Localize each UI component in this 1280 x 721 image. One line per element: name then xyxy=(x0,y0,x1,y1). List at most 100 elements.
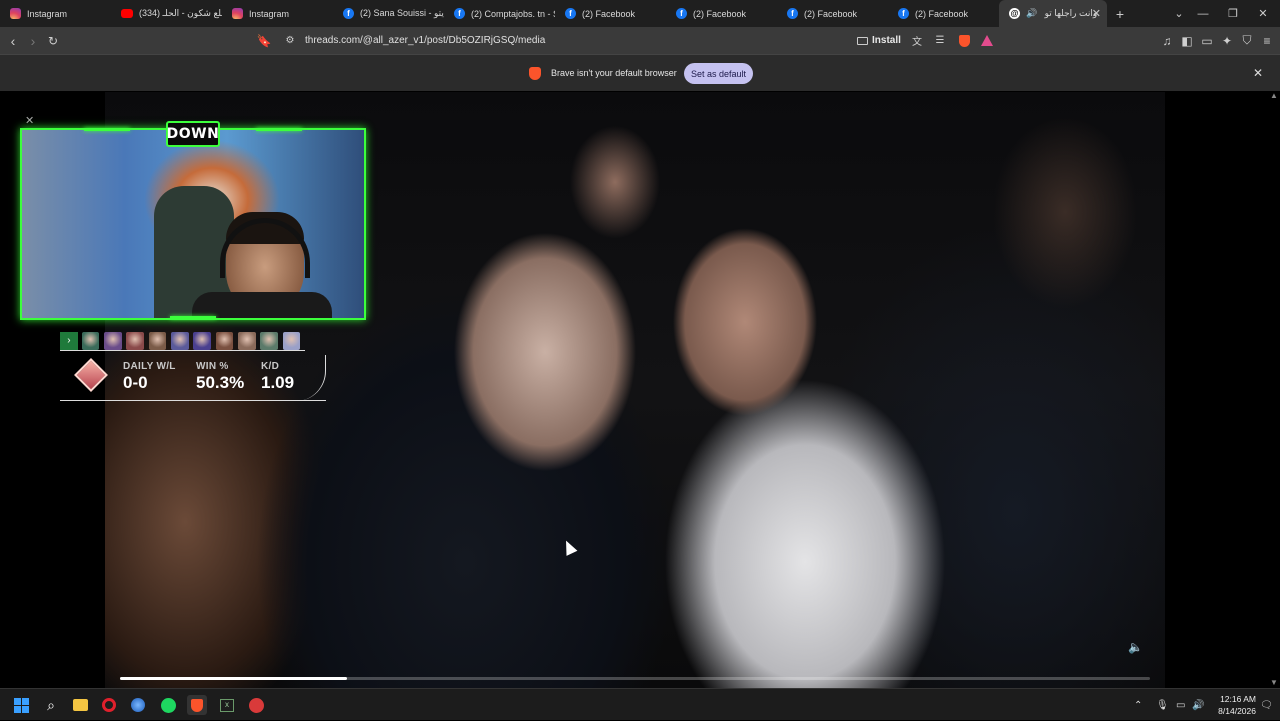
stats-panel: DAILY W/L 0-0 WIN % 50.3% K/D 1.09 xyxy=(60,355,326,401)
wallet-icon[interactable]: ▭ xyxy=(1197,27,1217,54)
streamer-webcam xyxy=(20,128,366,320)
back-icon[interactable]: ‹ xyxy=(3,27,23,54)
tab-facebook-3[interactable]: f (2) Facebook xyxy=(777,0,888,27)
tab-facebook-2[interactable]: f (2) Facebook xyxy=(666,0,777,27)
install-icon xyxy=(857,36,868,45)
facebook-icon: f xyxy=(454,8,465,19)
menu-icon[interactable]: ≡ xyxy=(1257,27,1277,54)
facebook-icon: f xyxy=(898,8,909,19)
agent-strip: › xyxy=(60,331,305,351)
tab-instagram-1[interactable]: Instagram xyxy=(0,0,111,27)
overlay-close-icon[interactable]: ✕ xyxy=(25,114,34,127)
set-as-default-button[interactable]: Set as default xyxy=(684,63,753,84)
tab-label: (2) Sana Souissi - ديتو xyxy=(360,8,444,18)
reload-icon[interactable]: ↻ xyxy=(43,27,63,54)
tray-chevron-icon[interactable]: ⌃ xyxy=(1134,689,1142,721)
tab-facebook-4[interactable]: f (2) Facebook xyxy=(888,0,999,27)
tab-facebook-1[interactable]: f (2) Facebook xyxy=(555,0,666,27)
reader-mode-icon[interactable]: ☰ xyxy=(930,27,950,54)
app-icon[interactable] xyxy=(128,695,148,715)
infobar-text: Brave isn't your default browser xyxy=(551,68,677,78)
stat-label: K/D xyxy=(261,361,280,372)
tab-label: (334) طلع شكون - الحلـ xyxy=(139,8,222,18)
agent-icon xyxy=(126,331,145,350)
tab-label: (2) Facebook xyxy=(804,8,858,19)
app-red-icon[interactable] xyxy=(246,695,266,715)
youtube-icon xyxy=(121,9,133,18)
speaker-icon[interactable]: 🔊 xyxy=(1026,8,1037,19)
agent-icon xyxy=(171,331,189,350)
stat-label: WIN % xyxy=(196,361,229,372)
vpn-icon[interactable]: ⛉ xyxy=(1237,27,1257,54)
tab-strip: Instagram (334) طلع شكون - الحلـ Instagr… xyxy=(0,0,1280,27)
install-button[interactable]: Install xyxy=(857,27,901,54)
tab-label: (2) Facebook xyxy=(915,8,969,19)
stat-value: 50.3% xyxy=(196,373,245,392)
frame-corner xyxy=(256,128,302,131)
window-close-icon[interactable]: ✕ xyxy=(1248,0,1278,27)
volume-icon[interactable]: 🔈 xyxy=(1128,640,1143,654)
frame-corner xyxy=(170,316,216,319)
instagram-icon xyxy=(232,8,243,19)
windows-start-icon[interactable] xyxy=(11,695,31,715)
opera-icon[interactable] xyxy=(99,695,119,715)
translate-icon[interactable]: 文 xyxy=(907,27,927,54)
tab-facebook-comptajobs[interactable]: f (2) Comptajobs. tn - S xyxy=(444,0,555,27)
system-clock[interactable]: 12:16 AM 8/14/2026 xyxy=(1208,693,1256,717)
address-bar[interactable]: threads.com/@all_azer_v1/post/Db5OZIRjGS… xyxy=(305,27,545,54)
close-tab-icon[interactable]: ✕ xyxy=(1092,7,1101,20)
tab-label: وانت راجلها تو xyxy=(1044,8,1098,18)
agent-icon xyxy=(104,331,122,350)
agent-icon xyxy=(81,331,100,350)
tab-facebook-sana[interactable]: f (2) Sana Souissi - ديتو xyxy=(333,0,444,27)
microphone-icon[interactable]: 🎙 xyxy=(1156,689,1169,721)
clock-date: 8/14/2026 xyxy=(1218,706,1256,716)
site-info-icon[interactable]: ⚙ xyxy=(280,27,300,54)
network-icon[interactable]: ▭ xyxy=(1176,689,1185,721)
facebook-icon: f xyxy=(676,8,687,19)
rank-icon xyxy=(74,358,108,392)
toolbar: ‹ › ↻ 🔖 ⚙ threads.com/@all_azer_v1/post/… xyxy=(0,27,1280,54)
minimize-icon[interactable]: — xyxy=(1188,0,1218,27)
brave-rewards-icon[interactable] xyxy=(977,27,997,54)
default-browser-infobar: Brave isn't your default browser Set as … xyxy=(0,54,1280,91)
install-label: Install xyxy=(872,35,901,46)
brave-shields-icon[interactable] xyxy=(954,27,974,54)
tab-instagram-2[interactable]: Instagram xyxy=(222,0,333,27)
stat-value: 1.09 xyxy=(261,373,295,392)
media-icon[interactable]: ♫ xyxy=(1157,27,1177,54)
search-icon[interactable]: ⌕ xyxy=(41,695,61,715)
excel-icon[interactable]: x xyxy=(217,695,237,715)
video-progress-bar[interactable] xyxy=(120,677,1150,680)
scroll-up-arrow-icon[interactable]: ▲ xyxy=(1270,91,1278,100)
forward-icon[interactable]: › xyxy=(23,27,43,54)
new-tab-button[interactable]: + xyxy=(1107,0,1133,27)
restore-icon[interactable]: ❐ xyxy=(1218,0,1248,27)
file-explorer-icon[interactable] xyxy=(70,695,90,715)
sidebar-icon[interactable]: ◧ xyxy=(1177,27,1197,54)
volume-tray-icon[interactable]: 🔊 xyxy=(1192,689,1204,721)
brave-taskbar-icon[interactable] xyxy=(187,695,207,715)
tab-label: (2) Facebook xyxy=(582,8,636,19)
tab-youtube[interactable]: (334) طلع شكون - الحلـ xyxy=(111,0,222,27)
agent-icon xyxy=(282,331,301,350)
leo-ai-icon[interactable]: ✦ xyxy=(1217,27,1237,54)
close-infobar-icon[interactable]: ✕ xyxy=(1253,66,1263,80)
instagram-icon xyxy=(10,8,21,19)
bookmark-icon[interactable]: 🔖 xyxy=(254,27,274,54)
threads-icon: @ xyxy=(1009,8,1020,19)
stat-daily-wl: DAILY W/L 0-0 xyxy=(123,361,176,393)
agent-arrow-icon: › xyxy=(60,331,78,350)
brave-logo-icon xyxy=(529,67,541,80)
tab-threads-active[interactable]: @ 🔊 وانت راجلها تو ✕ xyxy=(999,0,1107,27)
agent-icon xyxy=(238,331,256,350)
frame-corner xyxy=(84,128,130,131)
scroll-down-arrow-icon[interactable]: ▼ xyxy=(1270,678,1278,687)
notifications-icon[interactable]: 🗨 xyxy=(1260,689,1273,721)
video-progress-fill xyxy=(120,677,347,680)
facebook-icon: f xyxy=(565,8,576,19)
tab-label: Instagram xyxy=(27,8,68,19)
stat-label: DAILY W/L xyxy=(123,361,176,372)
spotify-icon[interactable] xyxy=(158,695,178,715)
facebook-icon: f xyxy=(343,8,354,19)
